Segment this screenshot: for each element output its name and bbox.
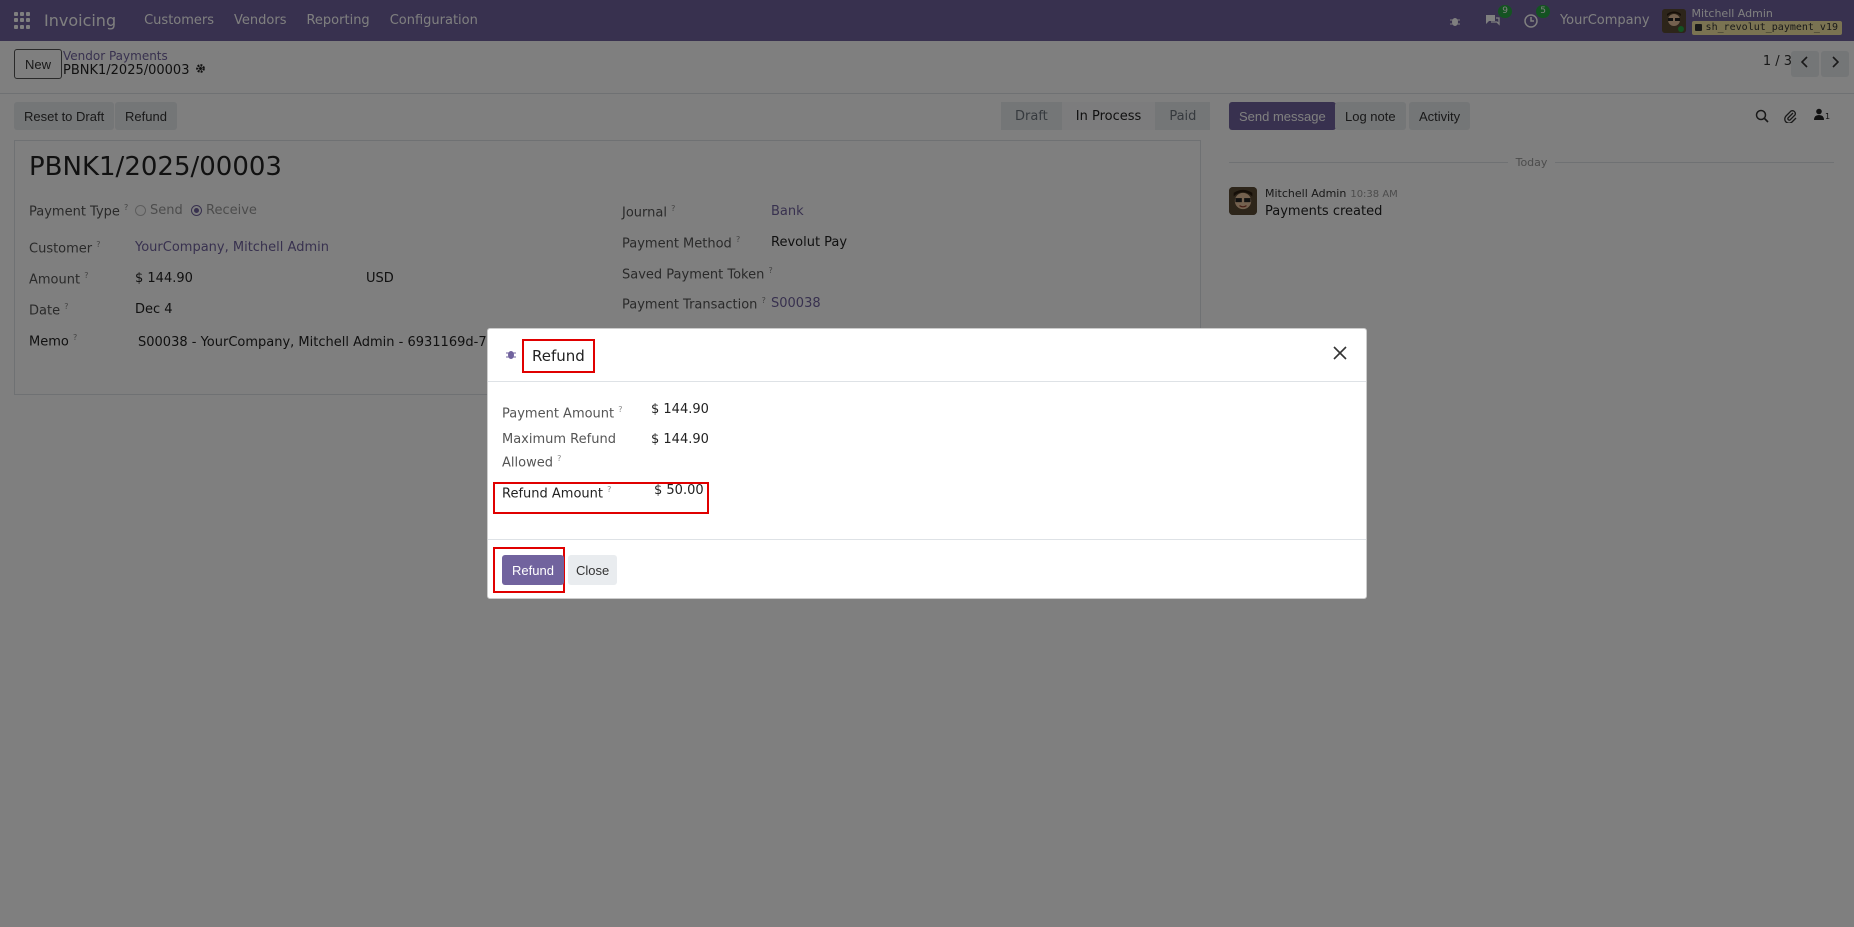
modal-title: Refund (522, 339, 595, 373)
refund-dialog: Refund Payment Amount ? $ 144.90 Maximum… (487, 328, 1367, 599)
modal-header: Refund (488, 329, 1366, 382)
refund-amount-highlight (493, 482, 709, 514)
debug-bug-icon[interactable] (505, 348, 519, 362)
modal-body: Payment Amount ? $ 144.90 Maximum Refund… (488, 382, 1366, 540)
max-refund-label: Maximum Refund Allowed ? (502, 432, 616, 471)
max-refund-value: $ 144.90 (651, 432, 709, 447)
payment-amount-label: Payment Amount ? (502, 405, 623, 422)
payment-amount-value: $ 144.90 (651, 402, 709, 417)
close-icon[interactable] (1332, 345, 1350, 363)
refund-confirm-button[interactable]: Refund (502, 555, 564, 585)
close-button[interactable]: Close (568, 555, 618, 585)
